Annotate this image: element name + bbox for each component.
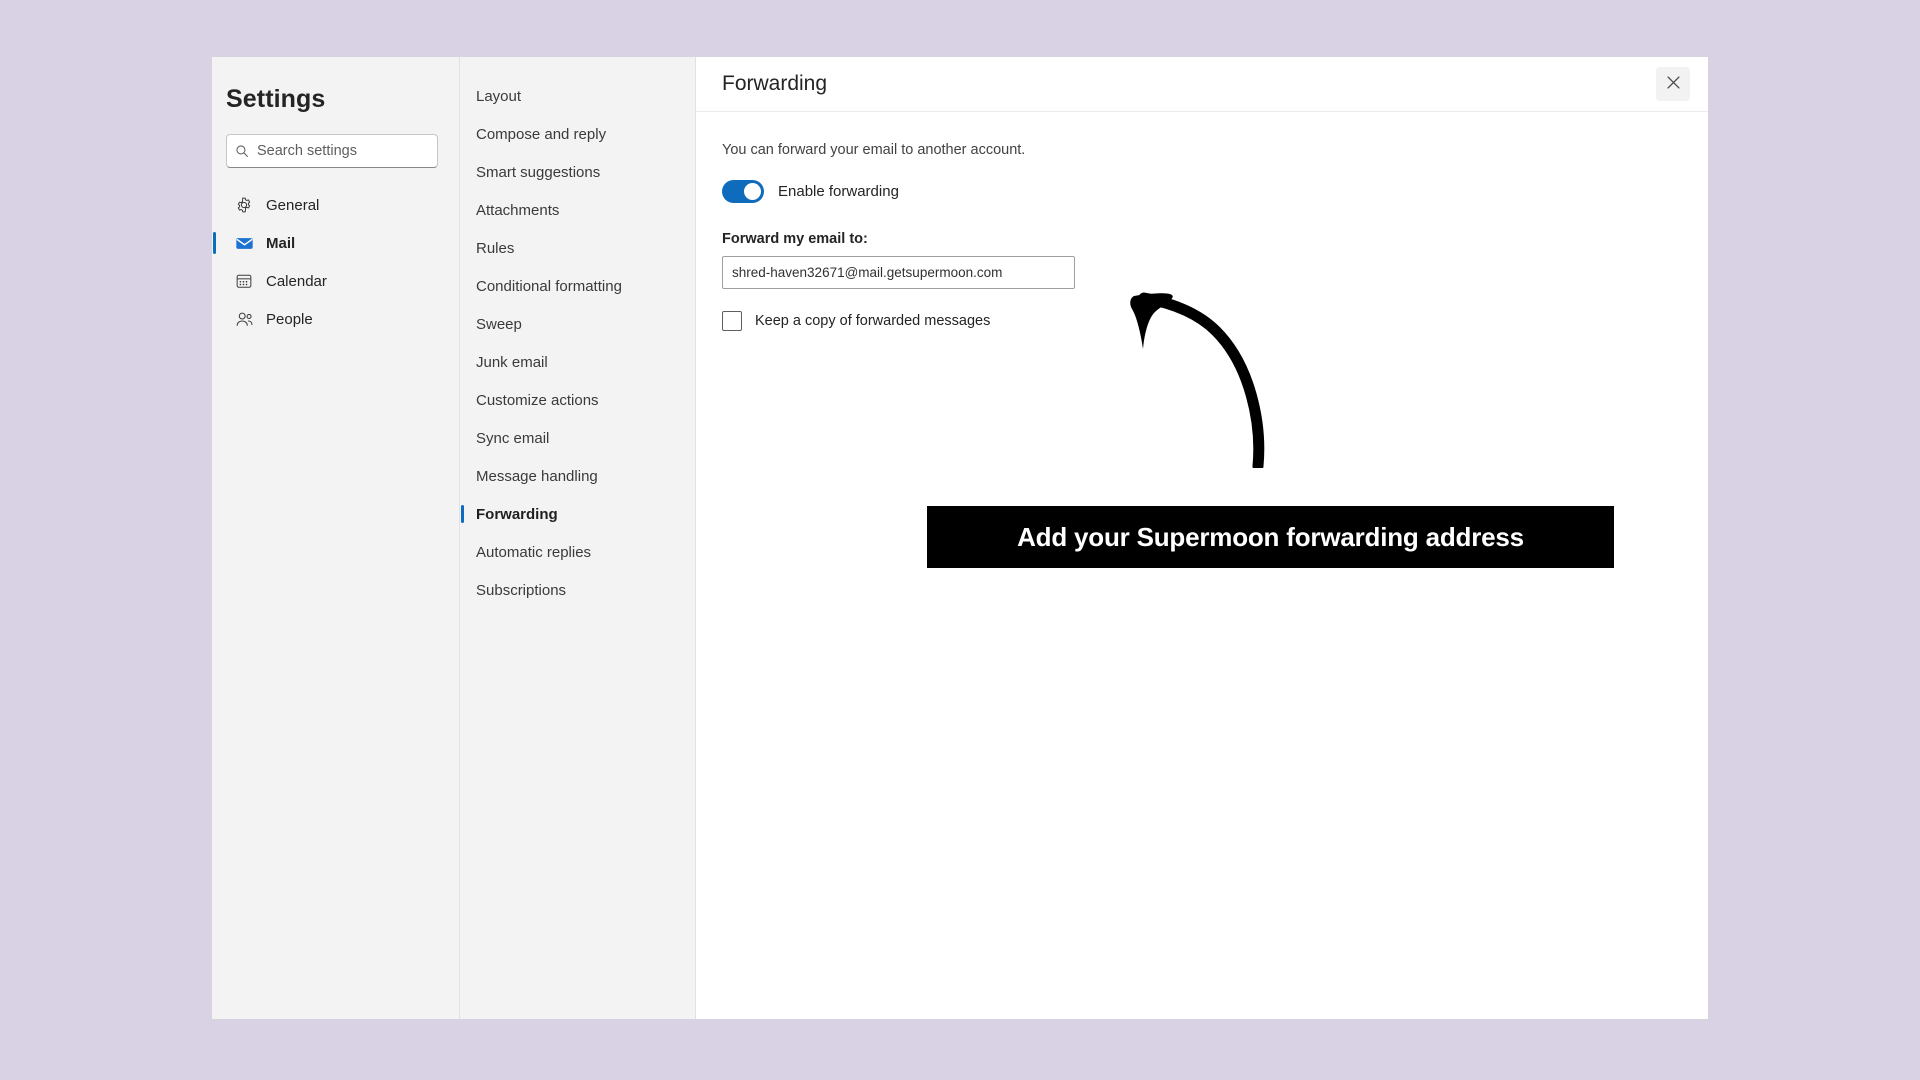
search-icon (235, 144, 249, 158)
subnav-item-label: Junk email (476, 353, 548, 371)
forwarding-description: You can forward your email to another ac… (722, 142, 1026, 158)
subnav-item-label: Forwarding (476, 505, 558, 523)
panel-body: You can forward your email to another ac… (696, 112, 1708, 331)
subnav-item-label: Automatic replies (476, 543, 592, 561)
sidebar-item-label: People (266, 310, 313, 328)
panel-header: Forwarding (696, 57, 1708, 112)
sidebar-item-general[interactable]: General (212, 186, 459, 224)
close-icon (1666, 75, 1681, 93)
subnav-item-forwarding[interactable]: Forwarding (460, 495, 695, 533)
subnav-item-sweep[interactable]: Sweep (460, 305, 695, 343)
subnav-item-label: Attachments (476, 201, 560, 219)
keep-copy-checkbox[interactable] (722, 311, 742, 331)
settings-sidebar: Settings Gen (212, 57, 460, 1019)
subnav-item-subscriptions[interactable]: Subscriptions (460, 571, 695, 609)
subnav-item-attachments[interactable]: Attachments (460, 191, 695, 229)
sidebar-item-label: Mail (266, 234, 296, 252)
close-button[interactable] (1656, 67, 1690, 101)
enable-forwarding-label: Enable forwarding (778, 183, 899, 200)
subnav-item-label: Rules (476, 239, 515, 257)
search-settings-container (226, 134, 445, 168)
calendar-icon (234, 271, 254, 291)
subnav-item-label: Sync email (476, 429, 550, 447)
subnav-item-message-handling[interactable]: Message handling (460, 457, 695, 495)
sidebar-item-label: Calendar (266, 272, 327, 290)
subnav-item-label: Message handling (476, 467, 598, 485)
subnav-item-junk-email[interactable]: Junk email (460, 343, 695, 381)
subnav-item-conditional-formatting[interactable]: Conditional formatting (460, 267, 695, 305)
subnav-item-label: Sweep (476, 315, 522, 333)
enable-forwarding-toggle[interactable] (722, 180, 764, 203)
sidebar-item-people[interactable]: People (212, 300, 459, 338)
keep-copy-label: Keep a copy of forwarded messages (755, 313, 991, 329)
subnav-item-automatic-replies[interactable]: Automatic replies (460, 533, 695, 571)
keep-copy-row: Keep a copy of forwarded messages (722, 311, 1682, 331)
search-box[interactable] (226, 134, 438, 168)
people-icon (234, 309, 254, 329)
enable-forwarding-row: Enable forwarding (722, 180, 1682, 203)
annotation-banner: Add your Supermoon forwarding address (927, 506, 1614, 568)
subnav-item-smart-suggestions[interactable]: Smart suggestions (460, 153, 695, 191)
gear-icon (234, 195, 254, 215)
sidebar-item-mail[interactable]: Mail (212, 224, 459, 262)
annotation-banner-text: Add your Supermoon forwarding address (1017, 521, 1524, 552)
subnav-item-rules[interactable]: Rules (460, 229, 695, 267)
subnav-item-layout[interactable]: Layout (460, 77, 695, 115)
sidebar-item-calendar[interactable]: Calendar (212, 262, 459, 300)
mail-subnav: Layout Compose and reply Smart suggestio… (460, 57, 696, 1019)
subnav-item-label: Layout (476, 87, 522, 105)
sidebar-item-label: General (266, 196, 320, 214)
subnav-item-customize-actions[interactable]: Customize actions (460, 381, 695, 419)
subnav-item-label: Customize actions (476, 391, 599, 409)
subnav-item-compose-and-reply[interactable]: Compose and reply (460, 115, 695, 153)
subnav-item-label: Conditional formatting (476, 277, 622, 295)
subnav-item-label: Subscriptions (476, 581, 567, 599)
search-input[interactable] (257, 143, 429, 159)
page-title: Settings (226, 85, 326, 113)
envelope-icon (234, 233, 254, 253)
forward-email-input[interactable] (722, 256, 1075, 289)
sidebar-nav-list: General Mail Calendar People (212, 186, 459, 338)
subnav-item-label: Compose and reply (476, 125, 607, 143)
subnav-item-sync-email[interactable]: Sync email (460, 419, 695, 457)
forward-email-label: Forward my email to: (722, 231, 868, 247)
subnav-item-label: Smart suggestions (476, 163, 601, 181)
panel-title: Forwarding (722, 72, 828, 95)
toggle-knob (744, 183, 761, 200)
